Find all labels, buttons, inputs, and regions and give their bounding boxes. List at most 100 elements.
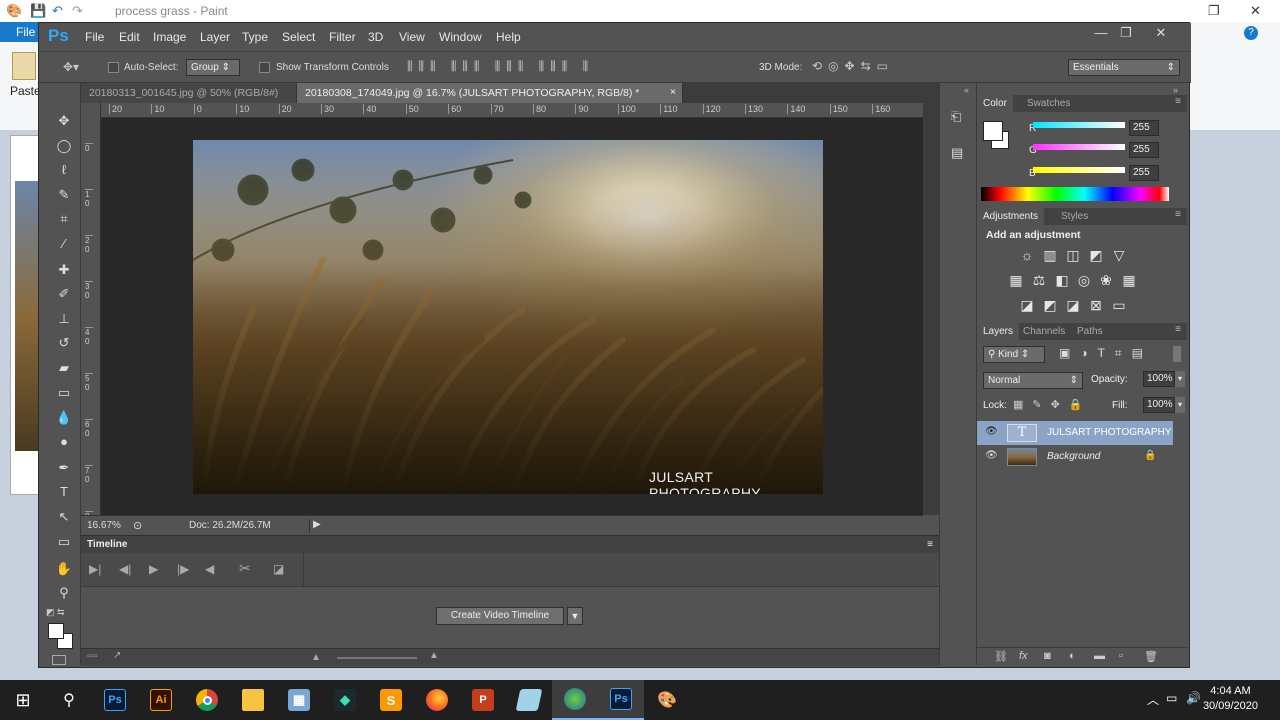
zoom-out-mountain-icon[interactable]: ▲: [311, 652, 321, 663]
brightness-contrast-icon[interactable]: ☼: [1019, 247, 1035, 263]
color-panel-menu-icon[interactable]: ≡: [1175, 96, 1181, 107]
tab-layers[interactable]: Layers: [977, 323, 1020, 340]
tab-paths[interactable]: Paths: [1071, 323, 1109, 340]
expand-icon[interactable]: »: [1173, 85, 1178, 95]
taskbar-paint[interactable]: 🎨: [644, 680, 690, 720]
new-layer-icon[interactable]: ▫: [1119, 650, 1123, 662]
default-colors-icon[interactable]: ◩ ⇆: [46, 607, 65, 618]
zoom-readout[interactable]: 16.67%: [87, 520, 121, 531]
menu-image[interactable]: Image: [153, 30, 186, 44]
levels-icon[interactable]: ▥: [1042, 247, 1058, 264]
history-brush-tool-icon[interactable]: ↺: [54, 333, 74, 353]
search-button[interactable]: ⚲: [46, 680, 92, 720]
new-group-icon[interactable]: ▬: [1094, 650, 1105, 662]
network-icon[interactable]: ▭: [1166, 691, 1177, 705]
workspace-dropdown[interactable]: Essentials ⇕: [1068, 59, 1180, 76]
status-info-icon[interactable]: ⊙: [133, 519, 142, 532]
rectangle-tool-icon[interactable]: ▭: [54, 532, 74, 552]
taskbar-file-explorer[interactable]: [230, 680, 276, 720]
brush-tool-icon[interactable]: ✐: [54, 284, 74, 304]
system-clock[interactable]: 4:04 AM 30/09/2020: [1203, 684, 1258, 714]
r-channel-value[interactable]: 255: [1129, 120, 1159, 136]
start-button[interactable]: ⊞: [0, 680, 46, 720]
volume-icon[interactable]: 🔊: [1186, 691, 1201, 705]
color-spectrum-bar[interactable]: [981, 187, 1169, 201]
go-to-first-frame-icon[interactable]: ▶|: [89, 562, 101, 576]
fill-value[interactable]: 100%: [1143, 397, 1175, 413]
tab-channels[interactable]: Channels: [1017, 323, 1071, 340]
undo-icon[interactable]: ↶: [52, 3, 63, 19]
taskbar-photoshop-active[interactable]: Ps: [598, 680, 644, 720]
taskbar-photoshop[interactable]: Ps: [92, 680, 138, 720]
properties-panel-icon[interactable]: ▤: [951, 145, 963, 161]
r-channel-slider[interactable]: [1033, 122, 1125, 128]
layer-style-fx-icon[interactable]: fx: [1019, 650, 1028, 662]
menu-layer[interactable]: Layer: [200, 30, 230, 44]
filter-toggle[interactable]: [1173, 346, 1181, 362]
timeline-type-dropdown[interactable]: ▼: [567, 607, 583, 625]
pen-tool-icon[interactable]: ✒: [54, 458, 74, 478]
layer-filter-icons[interactable]: ▣◑T⌗▤: [1059, 346, 1153, 361]
paint-file-tab[interactable]: File: [0, 22, 40, 42]
channel-mixer-icon[interactable]: ❀: [1098, 272, 1114, 289]
menu-3d[interactable]: 3D: [368, 30, 383, 44]
maximize-icon[interactable]: ❐: [1111, 25, 1141, 45]
move-tool-preset-icon[interactable]: ✥▾: [63, 60, 79, 74]
crop-tool-icon[interactable]: ⌗: [54, 209, 74, 229]
opacity-value[interactable]: 100%: [1143, 371, 1175, 387]
previous-frame-icon[interactable]: ◀|: [119, 562, 131, 576]
auto-select-target-dropdown[interactable]: Group ⇕: [186, 59, 240, 76]
lasso-tool-icon[interactable]: ℓ: [54, 160, 74, 180]
marquee-tool-icon[interactable]: ◯: [54, 136, 74, 156]
zoom-tool-icon[interactable]: ⚲: [54, 583, 74, 603]
blend-mode-dropdown[interactable]: Normal ⇕: [983, 372, 1083, 389]
g-channel-value[interactable]: 255: [1129, 142, 1159, 158]
next-frame-icon[interactable]: |▶: [177, 562, 189, 576]
layer-row-background[interactable]: 👁 Background 🔒: [977, 445, 1173, 469]
tab-styles[interactable]: Styles: [1055, 208, 1094, 225]
delete-layer-icon[interactable]: 🗑: [1144, 650, 1158, 663]
dodge-tool-icon[interactable]: ●: [54, 432, 74, 452]
tab-document-2[interactable]: 20180308_174049.jpg @ 16.7% (JULSART PHO…: [297, 83, 683, 103]
quick-selection-tool-icon[interactable]: ✎: [54, 185, 74, 205]
tab-swatches[interactable]: Swatches: [1021, 95, 1076, 112]
timeline-zoom-slider[interactable]: [337, 657, 417, 659]
tab-adjustments[interactable]: Adjustments: [977, 208, 1045, 225]
exposure-icon[interactable]: ◩: [1088, 247, 1104, 264]
selective-color-icon[interactable]: ⊠: [1088, 297, 1104, 314]
layer-name[interactable]: JULSART PHOTOGRAPHY: [1047, 427, 1171, 438]
transform-controls-checkbox[interactable]: [259, 62, 270, 73]
create-video-timeline-button[interactable]: Create Video Timeline: [436, 607, 564, 625]
status-menu-arrow-icon[interactable]: ▶: [309, 519, 321, 533]
redo-icon[interactable]: ↷: [72, 3, 83, 19]
align-icons[interactable]: ⫼⫼⫼ ⫼⫼⫼ ⫼⫼⫼ ⫼⫼⫼ ⫼: [407, 59, 594, 74]
hue-saturation-icon[interactable]: ▦: [1008, 272, 1024, 289]
play-icon[interactable]: ▶: [149, 562, 158, 576]
taskbar-sublime[interactable]: S: [368, 680, 414, 720]
close-icon[interactable]: ✕: [1146, 25, 1176, 45]
vibrance-icon[interactable]: ▽: [1111, 247, 1127, 264]
tab-color[interactable]: Color: [977, 95, 1013, 112]
blur-tool-icon[interactable]: 💧: [54, 408, 74, 428]
layer-filter-kind-dropdown[interactable]: ⚲ Kind ⇕: [983, 346, 1045, 363]
type-tool-icon[interactable]: T: [54, 482, 74, 502]
taskbar-filmora[interactable]: ◆: [322, 680, 368, 720]
curves-icon[interactable]: ◫: [1065, 247, 1081, 264]
b-channel-slider[interactable]: [1033, 167, 1125, 173]
zoom-in-mountain-icon[interactable]: ▲: [429, 650, 439, 661]
collapse-icon[interactable]: «: [964, 85, 969, 95]
paint-close-icon[interactable]: ✕: [1250, 3, 1261, 19]
path-selection-tool-icon[interactable]: ↖: [54, 507, 74, 527]
eraser-tool-icon[interactable]: ▰: [54, 358, 74, 378]
taskbar-calculator[interactable]: ▦: [276, 680, 322, 720]
menu-window[interactable]: Window: [439, 30, 482, 44]
adjustments-panel-menu-icon[interactable]: ≡: [1175, 209, 1181, 220]
transition-icon[interactable]: ◪: [273, 562, 284, 576]
taskbar-chrome[interactable]: [184, 680, 230, 720]
menu-filter[interactable]: Filter: [329, 30, 356, 44]
invert-icon[interactable]: ◪: [1019, 297, 1035, 314]
panel-menu-icon[interactable]: ≡: [927, 539, 933, 550]
color-balance-icon[interactable]: ⚖: [1031, 272, 1047, 289]
add-mask-icon[interactable]: ◙: [1044, 650, 1051, 662]
layer-name[interactable]: Background: [1047, 451, 1100, 462]
